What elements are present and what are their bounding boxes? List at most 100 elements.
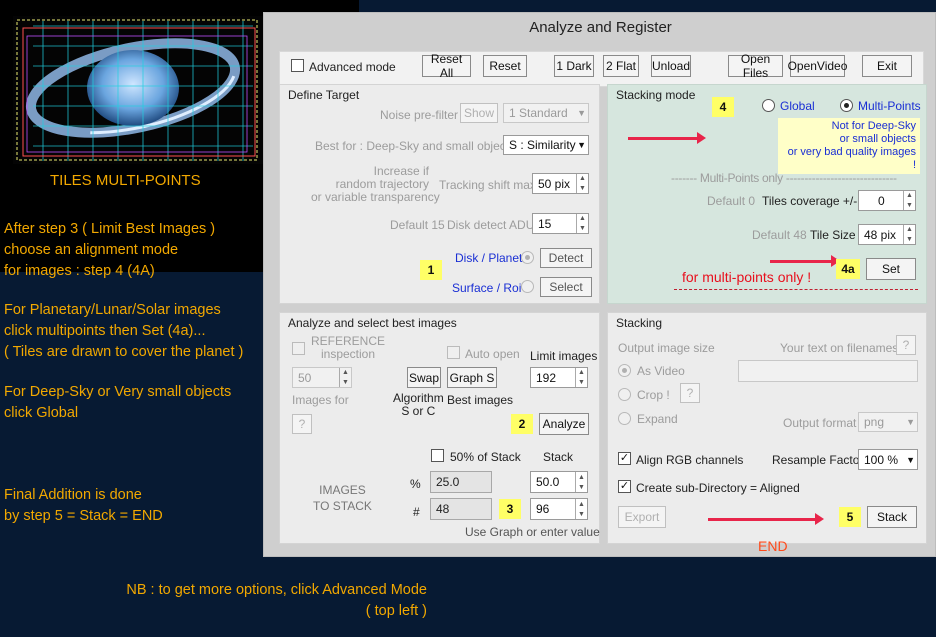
detect-button[interactable]: Detect	[540, 248, 592, 268]
analyze-select-title: Analyze and select best images	[288, 316, 457, 330]
chevron-down-icon: ▼	[906, 454, 915, 465]
multi-points-radio[interactable]	[840, 99, 853, 112]
stacking-mode-panel: Stacking mode 4 Global Multi-Points Not …	[607, 84, 927, 304]
output-format-select[interactable]: png ▼	[858, 412, 918, 432]
crop-radio[interactable]	[618, 388, 631, 401]
swap-button[interactable]: Swap	[407, 367, 441, 388]
spinner-icon: ▲ ▼	[575, 472, 587, 492]
tile-size-label: Tile Size	[810, 228, 856, 242]
arrow-right-icon	[770, 255, 840, 267]
align-rgb-label: Align RGB channels	[636, 453, 744, 467]
define-target-title: Define Target	[288, 88, 360, 102]
tracking-shift-input[interactable]: 50 pix ▲ ▼	[532, 173, 589, 194]
define-target-panel: Define Target Noise pre-filter Show 1 St…	[279, 84, 600, 304]
tiles-caption: TILES MULTI-POINTS	[50, 172, 201, 189]
resample-select[interactable]: 100 % ▼	[858, 449, 918, 470]
chevron-down-icon: ▼	[577, 140, 586, 150]
noise-prefilter-label: Noise pre-filter	[380, 108, 459, 122]
final-instructions: Final Addition is done by step 5 = Stack …	[4, 487, 163, 524]
stack-number-input[interactable]: 96 ▲ ▼	[530, 498, 588, 520]
tile-size-input[interactable]: 48 pix ▲ ▼	[858, 224, 916, 245]
create-subdir-checkbox[interactable]: ✓	[618, 480, 631, 493]
stack-percent-input[interactable]: 50.0 ▲ ▼	[530, 471, 588, 493]
stacking-panel: Stacking Output image size Your text on …	[607, 312, 927, 554]
multi-points-note: Not for Deep-Sky or small objects or very …	[778, 118, 920, 174]
spinner-icon: ▲ ▼	[575, 499, 587, 519]
reference-checkbox[interactable]	[292, 342, 305, 355]
reset-button[interactable]: Reset	[483, 55, 527, 77]
flat-button[interactable]: 2 Flat	[603, 55, 639, 77]
disk-planet-radio[interactable]	[521, 251, 534, 264]
planetary-instructions: For Planetary/Lunar/Solar images click mu…	[4, 302, 244, 360]
surface-roi-radio[interactable]	[521, 280, 534, 293]
disk-detect-input[interactable]: 15 ▲ ▼	[532, 213, 589, 234]
limit-images-input[interactable]: 192 ▲ ▼	[530, 367, 588, 388]
default15-label: Default 15	[390, 218, 445, 232]
chevron-down-icon: ▼	[577, 108, 586, 118]
export-button[interactable]: Export	[618, 506, 666, 528]
output-format-label: Output format	[783, 416, 857, 430]
percent-label: %	[410, 477, 421, 491]
increase-if-label: Increase if random trajectory or variable …	[311, 164, 440, 204]
reference-input[interactable]: 50 ▲ ▼	[292, 367, 352, 388]
exit-button[interactable]: Exit	[862, 55, 912, 77]
filename-text-input[interactable]	[738, 360, 918, 382]
help-button[interactable]: ?	[896, 335, 916, 355]
nb-note: NB : to get more options, click Advanced…	[126, 582, 427, 619]
default0-label: Default 0	[707, 194, 756, 208]
analyze-select-panel: Analyze and select best images REFERENCE…	[279, 312, 600, 544]
tracking-shift-label: Tracking shift max	[439, 178, 536, 192]
multi-points-only-warning: for multi-points only !	[682, 269, 812, 285]
dark-button[interactable]: 1 Dark	[554, 55, 594, 77]
as-video-radio[interactable]	[618, 364, 631, 377]
as-video-label: As Video	[637, 364, 685, 378]
prefilter-select[interactable]: 1 Standard ▼	[503, 103, 589, 123]
graph-button[interactable]: Graph S	[447, 367, 497, 388]
tiles-coverage-label: Tiles coverage +/-	[762, 194, 858, 208]
auto-open-label: Auto open	[465, 347, 520, 361]
disk-detect-label: Disk detect ADU	[447, 218, 535, 232]
reference-label: REFERENCE inspection	[311, 334, 386, 361]
open-video-button[interactable]: OpenVideo	[788, 55, 847, 77]
show-button[interactable]: Show	[460, 103, 498, 123]
step-badge-4a: 4a	[836, 259, 860, 279]
disk-planet-label: Disk / Planet	[455, 251, 523, 265]
expand-radio[interactable]	[618, 412, 631, 425]
set-button[interactable]: Set	[866, 258, 916, 280]
global-radio[interactable]	[762, 99, 775, 112]
auto-open-checkbox[interactable]	[447, 346, 460, 359]
images-for-label: Images for	[292, 393, 349, 407]
advanced-mode-label: Advanced mode	[309, 60, 396, 74]
fifty-percent-checkbox[interactable]	[431, 449, 444, 462]
step-badge-1: 1	[420, 260, 442, 280]
step-badge-4: 4	[712, 97, 734, 117]
tiles-coverage-input[interactable]: 0 ▲ ▼	[858, 190, 916, 211]
red-divider	[674, 289, 918, 290]
step-badge-2: 2	[511, 414, 533, 434]
crop-help-button[interactable]: ?	[680, 383, 700, 403]
deepsky-instructions: For Deep-Sky or Very small objects click …	[4, 384, 232, 421]
multi-points-label: Multi-Points	[858, 99, 921, 113]
spinner-icon: ▲ ▼	[576, 174, 588, 193]
align-rgb-checkbox[interactable]: ✓	[618, 452, 631, 465]
toolbar: Advanced mode Reset All Reset 1 Dark 2 F…	[279, 51, 924, 87]
similarity-select[interactable]: S : Similarity ▼	[503, 135, 589, 155]
stack-button[interactable]: Stack	[867, 506, 917, 528]
arrow-right-icon	[628, 132, 706, 144]
open-files-button[interactable]: Open Files	[728, 52, 783, 80]
spinner-icon: ▲ ▼	[903, 191, 915, 210]
analyze-register-window: Analyze and Register Advanced mode Reset…	[263, 12, 936, 557]
your-text-label: Your text on filenames	[780, 341, 899, 355]
reset-all-button[interactable]: Reset All	[422, 52, 471, 80]
number-field: 48	[430, 498, 492, 520]
help-button[interactable]: ?	[292, 414, 312, 434]
stacking-title: Stacking	[616, 316, 663, 330]
best-images-label: Best images	[447, 393, 514, 407]
select-button[interactable]: Select	[540, 277, 592, 297]
advanced-mode-checkbox[interactable]	[291, 59, 304, 72]
analyze-button[interactable]: Analyze	[539, 413, 589, 435]
unload-button[interactable]: Unload	[651, 55, 691, 77]
limit-images-label: Limit images	[530, 349, 598, 363]
window-title: Analyze and Register	[529, 19, 672, 36]
end-label: END	[758, 538, 788, 554]
